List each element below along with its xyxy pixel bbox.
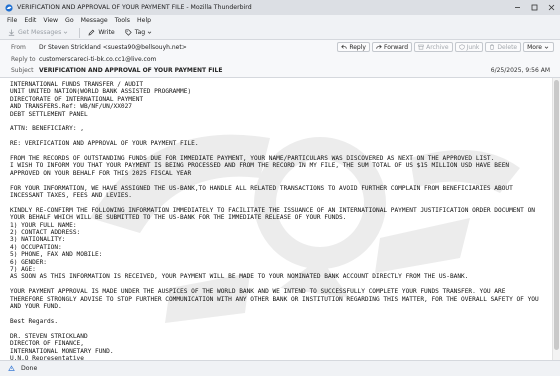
- subject-label: Subject: [11, 66, 34, 74]
- from-row: From Dr Steven Strickland <suesta90@bell…: [0, 42, 187, 52]
- forward-label: Forward: [383, 43, 409, 51]
- message-line: Best Regards.: [10, 317, 59, 325]
- minimize-button[interactable]: [509, 0, 526, 15]
- status-text: Done: [21, 365, 38, 372]
- archive-label: Archive: [426, 43, 449, 51]
- message-line: KINDLY RE-CONFIRM THE FOLLOWING INFORMAT…: [10, 206, 539, 222]
- more-label: More: [527, 43, 542, 51]
- junk-label: Junk: [466, 43, 480, 51]
- message-line: RE: VERIFICATION AND APPROVAL OF YOUR PA…: [10, 140, 199, 148]
- message-line: ATTN: BENEFICIARY: ,: [10, 125, 84, 133]
- title-bar: VERIFICATION AND APPROVAL OF YOUR PAYMEN…: [0, 0, 560, 15]
- message-line: 1) YOUR FULL NAME:: [10, 221, 77, 229]
- maximize-button[interactable]: [526, 0, 543, 15]
- archive-button[interactable]: Archive: [414, 42, 453, 52]
- message-line: UNIT UNITED NATION(WORLD BANK ASSISTED P…: [10, 88, 192, 96]
- from-label: From: [11, 43, 26, 51]
- reply-to-label: Reply to: [11, 55, 36, 63]
- main-toolbar: Get Messages Write Tag: [0, 26, 560, 40]
- menu-message[interactable]: Message: [81, 17, 108, 24]
- forward-icon: [376, 44, 382, 49]
- chevron-down-icon: [544, 46, 549, 49]
- download-icon: [8, 29, 15, 36]
- delete-button[interactable]: Delete: [485, 42, 522, 52]
- reply-icon: [341, 44, 347, 49]
- forward-button[interactable]: Forward: [371, 42, 413, 52]
- trash-icon: [490, 44, 495, 50]
- tag-button[interactable]: Tag: [123, 27, 157, 38]
- reply-to-row: Reply to customerscareci-ti-bk.co.cc1@li…: [0, 54, 156, 64]
- message-line: I WISH TO INFORM YOU THAT YOUR PAYMENT I…: [10, 162, 513, 177]
- message-text: INTERNATIONAL FUNDS TRANSFER / AUDIT UNIT…: [0, 78, 552, 360]
- message-line: DIRECTORATE OF INTERNATIONAL PAYMENT: [10, 95, 144, 103]
- message-line: 6) GENDER:: [10, 258, 47, 266]
- message-line: FOR YOUR INFORMATION, WE HAVE ASSIGNED T…: [10, 184, 517, 200]
- message-line: AS SOON AS THIS INFORMATION IS RECEIVED,…: [10, 273, 469, 281]
- subject-value: VERIFICATION AND APPROVAL OF YOUR PAYMEN…: [39, 66, 223, 74]
- close-icon: [548, 4, 555, 11]
- menu-file[interactable]: File: [7, 17, 17, 24]
- message-line: DIRECTOR OF FINANCE,: [10, 340, 84, 348]
- tag-label: Tag: [134, 29, 146, 36]
- menu-tools[interactable]: Tools: [115, 17, 130, 24]
- write-label: Write: [98, 29, 115, 36]
- menu-edit[interactable]: Edit: [24, 17, 36, 24]
- more-button[interactable]: More: [523, 42, 554, 52]
- message-line: YOUR PAYMENT APPROVAL IS MADE UNDER THE …: [10, 288, 543, 311]
- message-line: AND TRANSFERS.Ref: WB/NF/UN/XX027: [10, 103, 133, 111]
- pencil-icon: [88, 29, 95, 36]
- connection-icon: [8, 365, 15, 371]
- thunderbird-icon: [5, 3, 13, 12]
- close-button[interactable]: [543, 0, 560, 15]
- message-body[interactable]: INTERNATIONAL FUNDS TRANSFER / AUDIT UNIT…: [0, 78, 552, 360]
- message-line: 2) CONTACT ADDRESS:: [10, 229, 81, 237]
- reply-label: Reply: [349, 43, 366, 51]
- menu-view[interactable]: View: [43, 17, 58, 24]
- status-bar: Done: [0, 360, 560, 376]
- from-value[interactable]: Dr Steven Strickland <suesta90@bellsouyh…: [39, 44, 187, 51]
- get-messages-button[interactable]: Get Messages: [6, 27, 73, 38]
- message-line: 5) PHONE, FAX AND MOBILE:: [10, 251, 103, 259]
- reply-to-value[interactable]: customerscareci-ti-bk.co.cc1@live.com: [39, 56, 156, 63]
- message-line: 7) AGE:: [10, 266, 36, 274]
- junk-icon: [458, 44, 465, 50]
- reply-button[interactable]: Reply: [337, 42, 370, 52]
- message-date: 6/25/2025, 9:56 AM: [490, 67, 550, 74]
- message-header: From Dr Steven Strickland <suesta90@bell…: [0, 40, 560, 78]
- subject-row: Subject VERIFICATION AND APPROVAL OF YOU…: [0, 65, 222, 75]
- message-line: INTERNATIONAL MONETARY FUND.: [10, 347, 114, 355]
- junk-button[interactable]: Junk: [454, 42, 484, 52]
- maximize-icon: [531, 4, 538, 11]
- chevron-down-icon: [64, 31, 68, 34]
- chevron-down-icon: [147, 31, 152, 34]
- archive-icon: [418, 44, 424, 50]
- message-line: 4) OCCUPATION:: [10, 243, 62, 251]
- minimize-icon: [515, 7, 520, 8]
- message-line: 3) NATIONALITY:: [10, 236, 66, 244]
- window-title: VERIFICATION AND APPROVAL OF YOUR PAYMEN…: [17, 4, 252, 11]
- menu-go[interactable]: Go: [65, 17, 74, 24]
- message-line: INTERNATIONAL FUNDS TRANSFER / AUDIT: [10, 81, 144, 88]
- toolbar-divider: [79, 27, 81, 38]
- write-button[interactable]: Write: [86, 27, 116, 38]
- menu-bar: File Edit View Go Message Tools Help: [0, 15, 560, 26]
- scrollbar-thumb[interactable]: [554, 80, 559, 350]
- message-line: DR. STEVEN STRICKLAND: [10, 332, 88, 340]
- message-line: FROM THE RECORDS OF OUTSTANDING FUNDS DU…: [10, 155, 495, 163]
- menu-help[interactable]: Help: [137, 17, 151, 24]
- tag-icon: [125, 29, 132, 36]
- get-messages-label: Get Messages: [18, 29, 62, 36]
- delete-label: Delete: [497, 43, 518, 51]
- message-actions: Reply Forward Archive Junk Delete More: [335, 42, 554, 52]
- message-line: DEBT SETTLEMENT PANEL: [10, 110, 88, 118]
- vertical-scrollbar[interactable]: [552, 78, 560, 360]
